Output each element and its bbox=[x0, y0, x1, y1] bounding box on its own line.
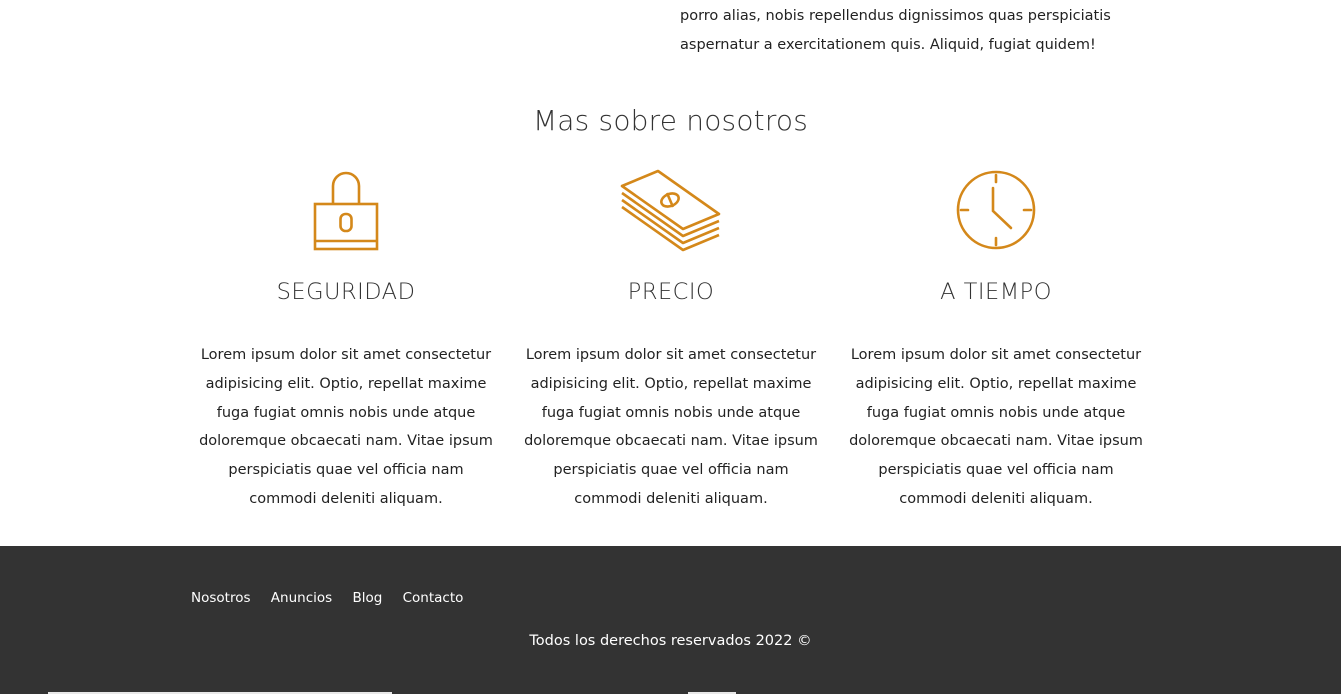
copyright-text: Todos los derechos reservados 2022 © bbox=[529, 633, 812, 649]
feature-text: Lorem ipsum dolor sit amet consectetur a… bbox=[199, 347, 493, 507]
footer-link-nosotros[interactable]: Nosotros bbox=[191, 590, 251, 606]
feature-text: Lorem ipsum dolor sit amet consectetur a… bbox=[524, 347, 818, 507]
footer-link-anuncios[interactable]: Anuncios bbox=[271, 590, 332, 606]
section-title: Mas sobre nosotros bbox=[532, 104, 809, 137]
feature-precio: PRECIO Lorem ipsum dolor sit amet consec… bbox=[521, 166, 821, 507]
footer-nav: Nosotros Anuncios Blog Contacto bbox=[191, 590, 479, 606]
feature-text: Lorem ipsum dolor sit amet consectetur a… bbox=[849, 347, 1143, 507]
site-footer: Nosotros Anuncios Blog Contacto Todos lo… bbox=[0, 546, 1341, 694]
footer-link-blog[interactable]: Blog bbox=[352, 590, 382, 606]
feature-title: PRECIO bbox=[627, 279, 715, 305]
feature-title: A TIEMPO bbox=[940, 279, 1052, 305]
intro-paragraph: porro alias, nobis repellendus dignissim… bbox=[680, 8, 1111, 53]
money-stack-icon bbox=[620, 169, 721, 252]
feature-seguridad: SEGURIDAD Lorem ipsum dolor sit amet con… bbox=[196, 166, 496, 507]
padlock-icon bbox=[313, 171, 379, 251]
footer-link-contacto[interactable]: Contacto bbox=[403, 590, 464, 606]
feature-a-tiempo: A TIEMPO Lorem ipsum dolor sit amet cons… bbox=[846, 166, 1146, 507]
clock-icon bbox=[956, 170, 1036, 250]
feature-title: SEGURIDAD bbox=[276, 279, 416, 305]
